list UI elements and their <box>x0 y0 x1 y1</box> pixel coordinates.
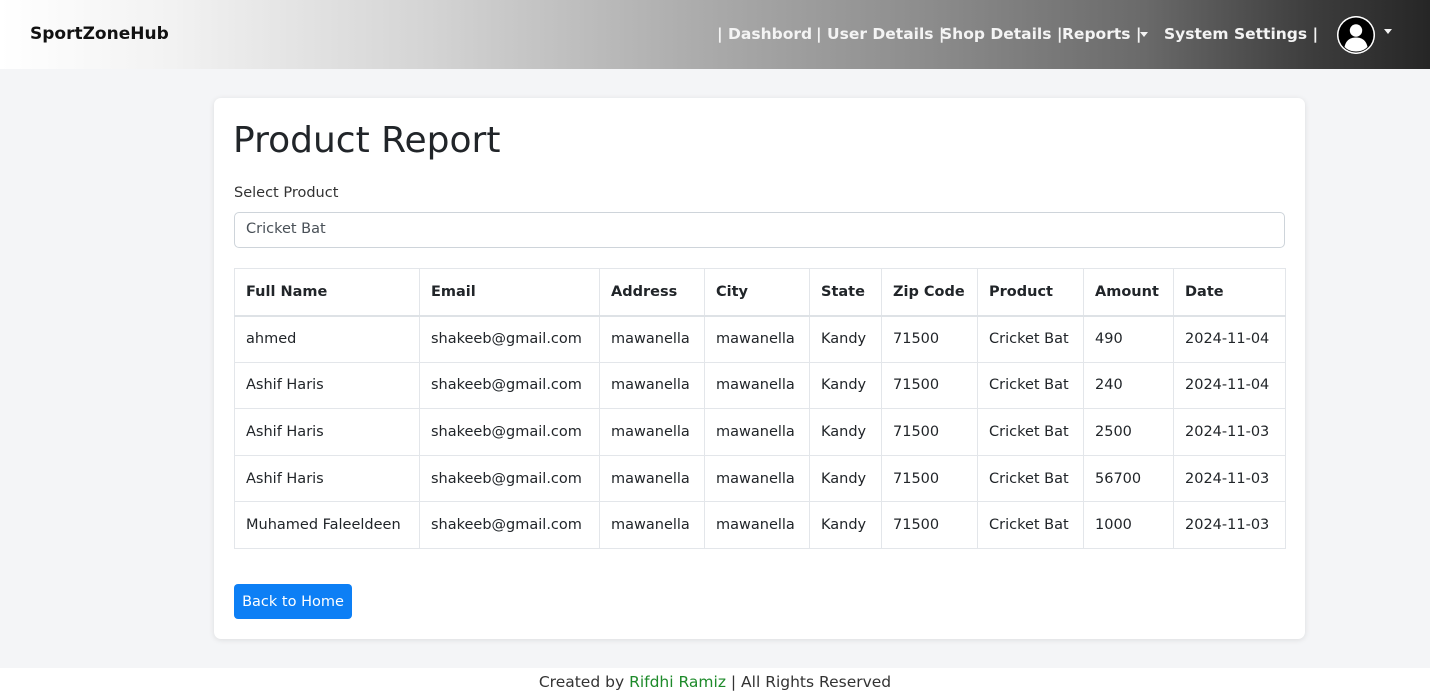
cell-address: mawanella <box>599 501 705 549</box>
column-header-full-name: Full Name <box>234 268 420 317</box>
cell-full-name: ahmed <box>234 315 420 363</box>
column-header-address: Address <box>599 268 705 317</box>
cell-email: shakeeb@gmail.com <box>419 501 600 549</box>
table-row: Ashif Haris shakeeb@gmail.com mawanella … <box>234 361 1286 410</box>
cell-state: Kandy <box>809 361 882 410</box>
column-header-date: Date <box>1173 268 1286 317</box>
report-card: Product Report Select Product Cricket Ba… <box>214 98 1305 639</box>
cell-email: shakeeb@gmail.com <box>419 408 600 456</box>
cell-state: Kandy <box>809 454 882 503</box>
cell-city: mawanella <box>704 408 810 456</box>
footer: Created by Rifdhi Ramiz | All Rights Res… <box>0 668 1430 696</box>
cell-state: Kandy <box>809 408 882 456</box>
footer-suffix: | All Rights Reserved <box>725 673 892 691</box>
user-avatar-icon[interactable] <box>1337 16 1375 54</box>
cell-amount: 56700 <box>1083 454 1174 503</box>
cell-amount: 2500 <box>1083 408 1174 456</box>
nav-link-user-details[interactable]: | User Details | <box>816 25 945 43</box>
cell-product: Cricket Bat <box>977 501 1084 549</box>
cell-date: 2024-11-03 <box>1173 454 1286 503</box>
back-to-home-button[interactable]: Back to Home <box>234 584 352 619</box>
column-header-city: City <box>704 268 810 317</box>
table-header-row: Full Name Email Address City State Zip C… <box>234 268 1286 317</box>
cell-address: mawanella <box>599 408 705 456</box>
cell-zip-code: 71500 <box>881 501 978 549</box>
top-navbar: SportZoneHub | Dashbord | User Details |… <box>0 0 1430 69</box>
product-select-value: Cricket Bat <box>246 221 326 237</box>
cell-product: Cricket Bat <box>977 408 1084 456</box>
table-row: Ashif Haris shakeeb@gmail.com mawanella … <box>234 454 1286 503</box>
cell-state: Kandy <box>809 501 882 549</box>
nav-link-shop-details[interactable]: Shop Details | <box>941 25 1063 43</box>
cell-state: Kandy <box>809 315 882 363</box>
cell-city: mawanella <box>704 501 810 549</box>
reports-dropdown-caret-icon[interactable] <box>1140 32 1148 37</box>
nav-link-system-settings[interactable]: System Settings | <box>1164 25 1318 43</box>
cell-amount: 490 <box>1083 315 1174 363</box>
cell-email: shakeeb@gmail.com <box>419 315 600 363</box>
cell-zip-code: 71500 <box>881 315 978 363</box>
cell-full-name: Ashif Haris <box>234 408 420 456</box>
table-row: Ashif Haris shakeeb@gmail.com mawanella … <box>234 408 1286 456</box>
cell-zip-code: 71500 <box>881 361 978 410</box>
brand-logo[interactable]: SportZoneHub <box>30 24 169 44</box>
column-header-email: Email <box>419 268 600 317</box>
column-header-product: Product <box>977 268 1084 317</box>
cell-city: mawanella <box>704 454 810 503</box>
cell-city: mawanella <box>704 315 810 363</box>
footer-author-link[interactable]: Rifdhi Ramiz <box>629 673 726 691</box>
footer-prefix: Created by <box>538 673 630 691</box>
cell-email: shakeeb@gmail.com <box>419 361 600 410</box>
cell-amount: 1000 <box>1083 501 1174 549</box>
profile-dropdown-caret-icon[interactable] <box>1384 29 1392 34</box>
product-select[interactable]: Cricket Bat <box>234 212 1285 248</box>
cell-date: 2024-11-04 <box>1173 361 1286 410</box>
cell-email: shakeeb@gmail.com <box>419 454 600 503</box>
nav-link-reports[interactable]: Reports | <box>1062 25 1142 43</box>
cell-zip-code: 71500 <box>881 454 978 503</box>
cell-date: 2024-11-03 <box>1173 501 1286 549</box>
cell-full-name: Ashif Haris <box>234 361 420 410</box>
cell-full-name: Ashif Haris <box>234 454 420 503</box>
cell-city: mawanella <box>704 361 810 410</box>
cell-address: mawanella <box>599 454 705 503</box>
table-row: Muhamed Faleeldeen shakeeb@gmail.com maw… <box>234 501 1286 549</box>
cell-address: mawanella <box>599 315 705 363</box>
cell-full-name: Muhamed Faleeldeen <box>234 501 420 549</box>
cell-date: 2024-11-03 <box>1173 408 1286 456</box>
cell-zip-code: 71500 <box>881 408 978 456</box>
column-header-zip-code: Zip Code <box>881 268 978 317</box>
column-header-state: State <box>809 268 882 317</box>
column-header-amount: Amount <box>1083 268 1174 317</box>
nav-link-dashboard[interactable]: | Dashbord <box>717 25 812 43</box>
cell-amount: 240 <box>1083 361 1174 410</box>
cell-address: mawanella <box>599 361 705 410</box>
cell-product: Cricket Bat <box>977 315 1084 363</box>
cell-date: 2024-11-04 <box>1173 315 1286 363</box>
select-product-label: Select Product <box>234 185 339 201</box>
cell-product: Cricket Bat <box>977 454 1084 503</box>
page-title: Product Report <box>233 120 501 161</box>
table-row: ahmed shakeeb@gmail.com mawanella mawane… <box>234 315 1286 363</box>
product-report-table: Full Name Email Address City State Zip C… <box>234 268 1286 549</box>
cell-product: Cricket Bat <box>977 361 1084 410</box>
